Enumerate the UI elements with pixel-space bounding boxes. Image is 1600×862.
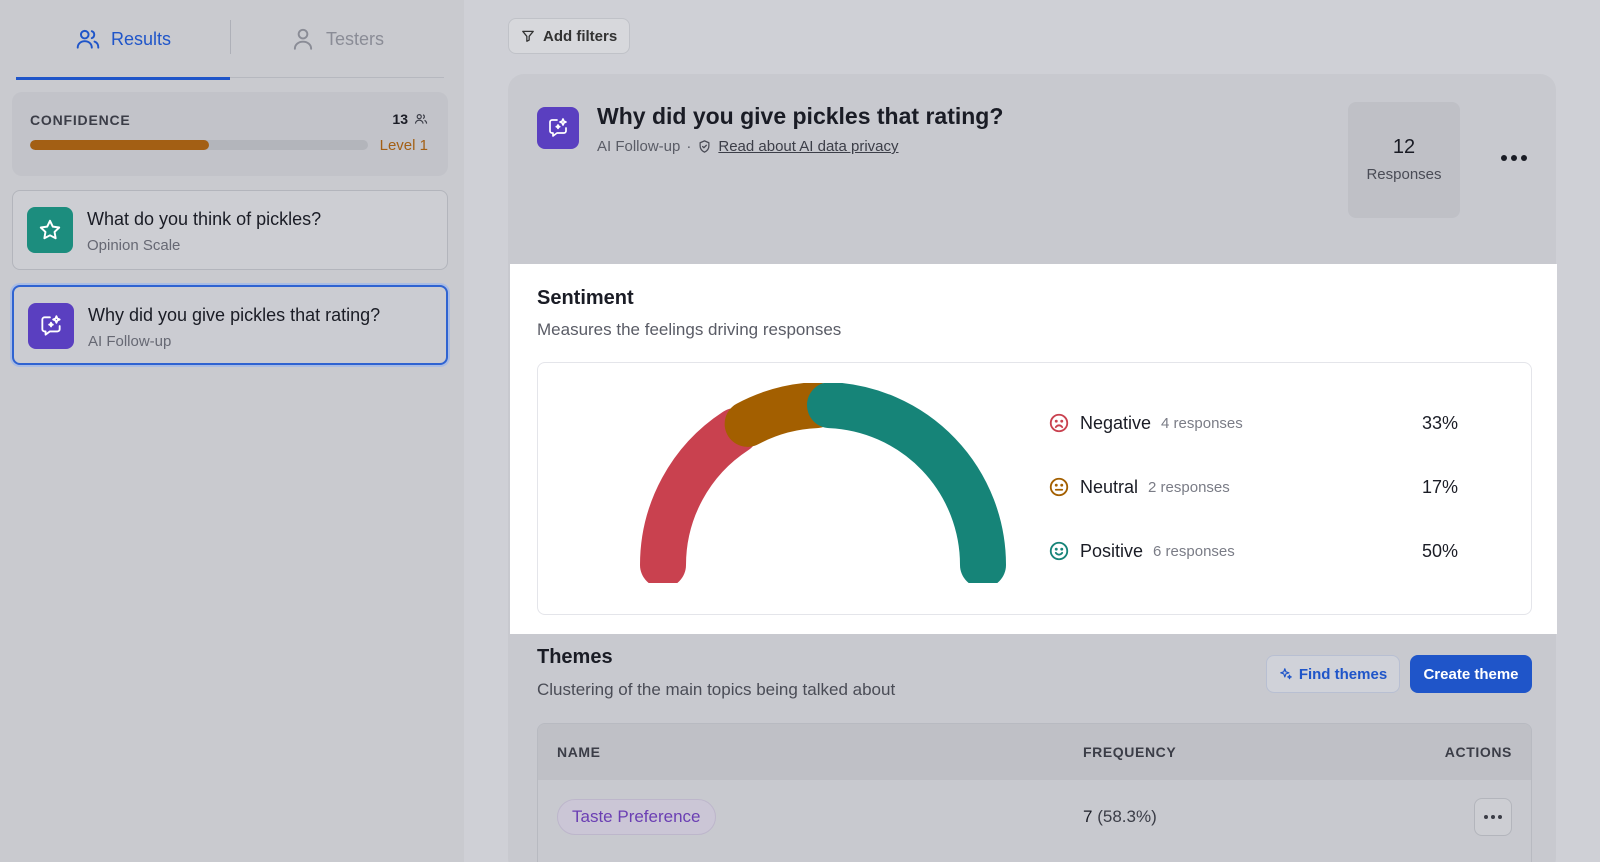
user-icon <box>290 26 316 52</box>
question-type: Opinion Scale <box>87 237 180 254</box>
sentiment-percent: 17% <box>1422 477 1458 498</box>
question-type: AI Follow-up <box>88 333 171 350</box>
row-actions-button[interactable] <box>1474 798 1512 836</box>
sentiment-percent: 33% <box>1422 413 1458 434</box>
column-header-name: NAME <box>557 744 601 760</box>
question-card-opinion[interactable]: What do you think of pickles? Opinion Sc… <box>12 190 448 270</box>
header-icon-badge <box>537 107 579 149</box>
gauge-segment-neutral <box>748 405 816 424</box>
filter-icon <box>521 29 535 43</box>
tab-testers[interactable]: Testers <box>230 0 444 78</box>
tab-results[interactable]: Results <box>16 0 230 78</box>
themes-table: NAME FREQUENCY ACTIONS Taste Preference … <box>537 723 1532 862</box>
neutral-face-icon <box>1048 476 1070 498</box>
sparkle-icon <box>1279 667 1293 681</box>
sentiment-legend-neutral: Neutral 2 responses 17% <box>1048 474 1458 500</box>
sentiment-count: 4 responses <box>1161 415 1243 432</box>
sentiment-panel: Negative 4 responses 33% Neutral 2 respo… <box>537 362 1532 615</box>
tab-results-label: Results <box>111 29 171 50</box>
sentiment-name: Positive <box>1080 541 1143 562</box>
users-icon <box>414 112 428 126</box>
ai-chat-icon <box>546 116 570 140</box>
sidebar: Results Testers CONFIDENCE 13 Level 1 <box>0 0 464 862</box>
smile-icon <box>1048 540 1070 562</box>
question-title: What do you think of pickles? <box>87 209 321 230</box>
themes-title: Themes <box>537 646 613 669</box>
gauge-segment-negative <box>663 431 736 565</box>
theme-frequency: 7 (58.3%) <box>1083 807 1157 827</box>
responses-label: Responses <box>1348 166 1460 183</box>
sentiment-percent: 50% <box>1422 541 1458 562</box>
confidence-level: Level 1 <box>380 137 428 154</box>
theme-pill[interactable]: Taste Preference <box>557 799 716 835</box>
sentiment-legend-positive: Positive 6 responses 50% <box>1048 538 1458 564</box>
themes-subtitle: Clustering of the main topics being talk… <box>537 680 895 700</box>
confidence-progress-bar <box>30 140 368 150</box>
sidebar-tabs: Results Testers <box>16 0 444 78</box>
confidence-count: 13 <box>392 111 428 127</box>
sentiment-subtitle: Measures the feelings driving responses <box>537 320 841 340</box>
theme-frequency-count: 7 <box>1083 807 1092 826</box>
sentiment-gauge <box>628 383 1018 583</box>
responses-count-box: 12 Responses <box>1348 102 1460 218</box>
responses-count: 12 <box>1348 136 1460 159</box>
column-header-actions: ACTIONS <box>1445 744 1512 760</box>
dot <box>1521 155 1527 161</box>
confidence-label: CONFIDENCE <box>30 112 131 128</box>
dot <box>1484 815 1488 819</box>
add-filters-label: Add filters <box>543 28 617 45</box>
sentiment-count: 2 responses <box>1148 479 1230 496</box>
header-subtitle: AI Follow-up · Read about AI data privac… <box>597 138 899 155</box>
table-header: NAME FREQUENCY ACTIONS <box>538 724 1531 780</box>
sentiment-count: 6 responses <box>1153 543 1235 560</box>
shield-check-icon <box>697 139 712 154</box>
ai-chat-icon <box>38 313 64 339</box>
dot <box>1501 155 1507 161</box>
question-icon-badge <box>28 303 74 349</box>
confidence-count-value: 13 <box>392 111 408 127</box>
confidence-progress-fill <box>30 140 209 150</box>
sentiment-title: Sentiment <box>537 287 634 310</box>
sentiment-name: Negative <box>1080 413 1151 434</box>
dot <box>1511 155 1517 161</box>
privacy-link[interactable]: Read about AI data privacy <box>718 138 898 155</box>
question-title: Why did you give pickles that rating? <box>88 305 380 326</box>
tab-testers-label: Testers <box>326 29 384 50</box>
sentiment-section: Sentiment Measures the feelings driving … <box>510 264 1557 634</box>
dot <box>1498 815 1502 819</box>
column-header-frequency: FREQUENCY <box>1083 744 1176 760</box>
find-themes-button[interactable]: Find themes <box>1266 655 1400 693</box>
separator: · <box>686 138 691 155</box>
confidence-card: CONFIDENCE 13 Level 1 <box>12 92 448 176</box>
find-themes-label: Find themes <box>1299 666 1387 683</box>
question-card-ai-followup[interactable]: Why did you give pickles that rating? AI… <box>12 285 448 365</box>
create-theme-button[interactable]: Create theme <box>1410 655 1532 693</box>
question-icon-badge <box>27 207 73 253</box>
page-title: Why did you give pickles that rating? <box>597 103 1003 130</box>
gauge-segment-positive <box>830 405 983 565</box>
users-icon <box>75 26 101 52</box>
dot <box>1491 815 1495 819</box>
question-type: AI Follow-up <box>597 138 680 155</box>
add-filters-button[interactable]: Add filters <box>508 18 630 54</box>
star-icon <box>37 217 63 243</box>
more-options-button[interactable] <box>1496 146 1532 170</box>
frown-icon <box>1048 412 1070 434</box>
theme-frequency-percent: (58.3%) <box>1097 807 1157 826</box>
sentiment-legend-negative: Negative 4 responses 33% <box>1048 410 1458 436</box>
sentiment-name: Neutral <box>1080 477 1138 498</box>
